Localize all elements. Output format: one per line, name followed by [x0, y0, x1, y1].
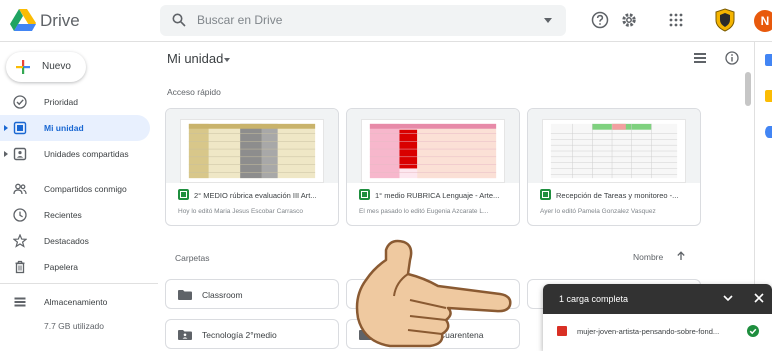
star-icon: [13, 234, 27, 248]
brand-name[interactable]: Drive: [40, 11, 80, 31]
upload-file-name: mujer-joven-artista-pensando-sobre-fond.…: [577, 327, 720, 336]
pointing-hand-icon: [355, 239, 512, 348]
check-circle-icon: [747, 325, 759, 337]
quick-access-label: Acceso rápido: [167, 87, 221, 97]
list-view-icon[interactable]: [694, 53, 706, 63]
google-sheets-icon: [540, 189, 551, 200]
spreadsheet-preview: [542, 119, 686, 183]
calendar-icon[interactable]: [765, 54, 772, 66]
search-options-icon[interactable]: [544, 18, 552, 23]
apps-grid-icon[interactable]: [667, 11, 685, 29]
image-file-icon: [557, 326, 567, 336]
spreadsheet-preview: [180, 119, 324, 183]
scrollbar[interactable]: [745, 72, 751, 106]
folders-label: Carpetas: [175, 253, 210, 263]
sidebar-item-label: Papelera: [44, 262, 79, 272]
card-thumbnail: [166, 109, 338, 183]
drive-logo-icon[interactable]: [10, 9, 36, 31]
sidebar-item-label: Prioridad: [44, 97, 79, 107]
sidebar-item-recent[interactable]: Recientes: [0, 202, 150, 228]
drive-app: Drive Buscar en Drive N Nuevo Prioridad …: [0, 0, 772, 351]
top-bar: Drive Buscar en Drive N: [0, 0, 772, 42]
avatar[interactable]: N: [754, 10, 772, 32]
folder-icon: [178, 290, 192, 300]
sidebar-item-label: Compartidos conmigo: [44, 184, 127, 194]
sort-direction-icon[interactable]: [676, 251, 686, 261]
upload-file-row[interactable]: mujer-joven-artista-pensando-sobre-fond.…: [543, 314, 772, 351]
title-dropdown-icon[interactable]: [224, 58, 230, 62]
card-subtitle: Ayer lo editó Pamela Gonzalez Vasquez: [540, 208, 656, 215]
card-title: Recepción de Tareas y monitoreo -...: [556, 191, 679, 200]
search-input[interactable]: Buscar en Drive: [197, 13, 282, 27]
help-icon[interactable]: [591, 11, 609, 29]
card-title: 2° MEDIO rúbrica evaluación III Art...: [194, 191, 317, 200]
spreadsheet-preview: [361, 119, 505, 183]
info-icon[interactable]: [725, 51, 739, 65]
page-title[interactable]: Mi unidad: [167, 51, 223, 66]
card-subtitle: Hoy lo editó Maria Jesus Escobar Carrasc…: [178, 208, 303, 215]
toast-header: 1 carga completa: [543, 284, 772, 314]
card-title: 1° medio RUBRICA Lenguaje - Arte...: [375, 191, 500, 200]
sidebar-item-label: Destacados: [44, 236, 89, 246]
sidebar-item-shared-with-me[interactable]: Compartidos conmigo: [0, 176, 150, 202]
card-thumbnail: [528, 109, 700, 183]
search-icon[interactable]: [172, 13, 186, 27]
shared-folder-icon: [178, 330, 192, 340]
chevron-down-icon[interactable]: [723, 294, 733, 302]
folder-name: Tecnología 2°medio: [202, 330, 277, 340]
sort-label[interactable]: Nombre: [633, 252, 663, 262]
folder-item[interactable]: Classroom: [165, 279, 339, 309]
school-crest-icon[interactable]: [714, 8, 736, 32]
upload-toast: 1 carga completa mujer-joven-artista-pen…: [543, 284, 772, 351]
people-icon: [13, 183, 27, 195]
quick-access-card[interactable]: Recepción de Tareas y monitoreo -... Aye…: [527, 108, 701, 226]
sidebar-divider: [0, 283, 158, 284]
expand-arrow-icon[interactable]: [4, 151, 8, 157]
sidebar-item-trash[interactable]: Papelera: [0, 254, 150, 280]
tasks-icon[interactable]: [765, 126, 772, 138]
sidebar-item-starred[interactable]: Destacados: [0, 228, 150, 254]
sidebar-item-priority[interactable]: Prioridad: [0, 89, 150, 115]
sidebar: Nuevo Prioridad Mi unidad Unidades compa…: [0, 42, 158, 351]
folder-name: Classroom: [202, 290, 243, 300]
card-subtitle: El mes pasado lo editó Eugenia Azcarate …: [359, 208, 489, 215]
storage-usage: 7.7 GB utilizado: [44, 321, 105, 331]
expand-arrow-icon[interactable]: [4, 125, 8, 131]
my-drive-icon: [13, 121, 27, 135]
new-button-label: Nuevo: [42, 61, 71, 72]
sidebar-item-storage[interactable]: Almacenamiento: [0, 289, 150, 315]
toast-title: 1 carga completa: [559, 294, 629, 304]
folder-item[interactable]: Tecnología 2°medio: [165, 319, 339, 349]
sidebar-item-label: Recientes: [44, 210, 82, 220]
plus-icon: [16, 60, 30, 74]
sidebar-item-shared-drives[interactable]: Unidades compartidas: [0, 141, 150, 167]
new-button[interactable]: Nuevo: [6, 52, 86, 82]
card-thumbnail: [347, 109, 519, 183]
sidebar-item-label: Unidades compartidas: [44, 149, 129, 159]
shared-drives-icon: [13, 147, 27, 161]
checkbox-icon: [13, 95, 27, 109]
storage-icon: [14, 297, 26, 307]
gear-icon[interactable]: [620, 11, 638, 29]
trash-icon: [15, 260, 25, 274]
google-sheets-icon: [178, 189, 189, 200]
sidebar-item-label: Mi unidad: [44, 123, 84, 133]
close-icon[interactable]: [754, 293, 764, 303]
quick-access-card[interactable]: 1° medio RUBRICA Lenguaje - Arte... El m…: [346, 108, 520, 226]
search-bar[interactable]: Buscar en Drive: [160, 5, 566, 36]
quick-access-card[interactable]: 2° MEDIO rúbrica evaluación III Art... H…: [165, 108, 339, 226]
google-sheets-icon: [359, 189, 370, 200]
sidebar-item-label: Almacenamiento: [44, 297, 108, 307]
clock-icon: [13, 208, 27, 222]
keep-icon[interactable]: [765, 90, 772, 102]
sidebar-item-my-drive[interactable]: Mi unidad: [0, 115, 150, 141]
